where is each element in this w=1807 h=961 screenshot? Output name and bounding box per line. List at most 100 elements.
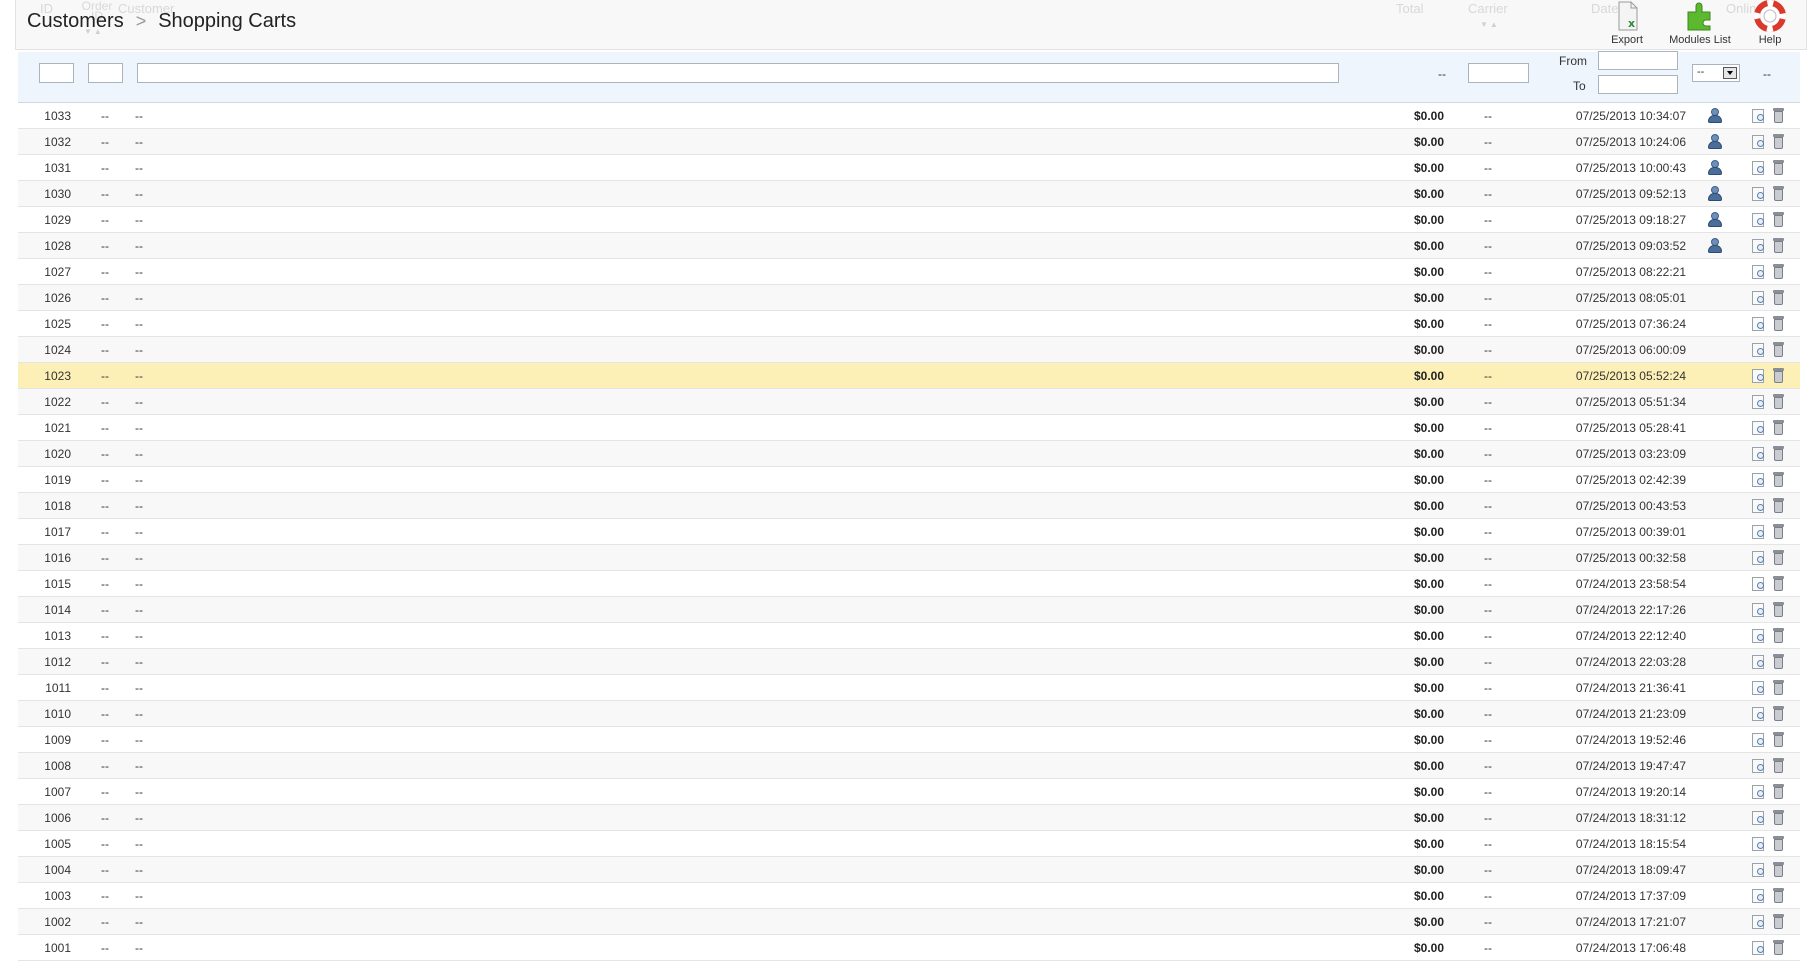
view-icon[interactable] xyxy=(1752,343,1767,358)
delete-icon[interactable] xyxy=(1772,472,1785,488)
date-to-input[interactable] xyxy=(1598,75,1678,94)
table-row[interactable]: 1019 -- -- $0.00 -- 07/25/2013 02:42:39 xyxy=(18,467,1800,493)
delete-icon[interactable] xyxy=(1772,290,1785,306)
delete-icon[interactable] xyxy=(1772,680,1785,696)
delete-icon[interactable] xyxy=(1772,576,1785,592)
delete-icon[interactable] xyxy=(1772,706,1785,722)
view-icon[interactable] xyxy=(1752,941,1767,956)
table-row[interactable]: 1010 -- -- $0.00 -- 07/24/2013 21:23:09 xyxy=(18,701,1800,727)
table-row[interactable]: 1022 -- -- $0.00 -- 07/25/2013 05:51:34 xyxy=(18,389,1800,415)
help-button[interactable]: Help xyxy=(1728,0,1807,46)
table-row[interactable]: 1021 -- -- $0.00 -- 07/25/2013 05:28:41 xyxy=(18,415,1800,441)
view-icon[interactable] xyxy=(1752,265,1767,280)
table-row[interactable]: 1028 -- -- $0.00 -- 07/25/2013 09:03:52 xyxy=(18,233,1800,259)
view-icon[interactable] xyxy=(1752,135,1767,150)
delete-icon[interactable] xyxy=(1772,342,1785,358)
online-filter-select[interactable]: -- xyxy=(1692,64,1740,82)
view-icon[interactable] xyxy=(1752,577,1767,592)
table-row[interactable]: 1027 -- -- $0.00 -- 07/25/2013 08:22:21 xyxy=(18,259,1800,285)
filter-order-input[interactable] xyxy=(88,63,123,83)
table-row[interactable]: 1002 -- -- $0.00 -- 07/24/2013 17:21:07 xyxy=(18,909,1800,935)
table-row[interactable]: 1014 -- -- $0.00 -- 07/24/2013 22:17:26 xyxy=(18,597,1800,623)
delete-icon[interactable] xyxy=(1772,732,1785,748)
view-icon[interactable] xyxy=(1752,863,1767,878)
delete-icon[interactable] xyxy=(1772,784,1785,800)
delete-icon[interactable] xyxy=(1772,498,1785,514)
table-row[interactable]: 1015 -- -- $0.00 -- 07/24/2013 23:58:54 xyxy=(18,571,1800,597)
delete-icon[interactable] xyxy=(1772,238,1785,254)
view-icon[interactable] xyxy=(1752,915,1767,930)
view-icon[interactable] xyxy=(1752,759,1767,774)
view-icon[interactable] xyxy=(1752,161,1767,176)
delete-icon[interactable] xyxy=(1772,602,1785,618)
view-icon[interactable] xyxy=(1752,291,1767,306)
table-row[interactable]: 1031 -- -- $0.00 -- 07/25/2013 10:00:43 xyxy=(18,155,1800,181)
delete-icon[interactable] xyxy=(1772,212,1785,228)
table-row[interactable]: 1001 -- -- $0.00 -- 07/24/2013 17:06:48 xyxy=(18,935,1800,961)
filter-id-input[interactable] xyxy=(39,63,74,83)
table-row[interactable]: 1023 -- -- $0.00 -- 07/25/2013 05:52:24 xyxy=(18,363,1800,389)
delete-icon[interactable] xyxy=(1772,160,1785,176)
delete-icon[interactable] xyxy=(1772,628,1785,644)
delete-icon[interactable] xyxy=(1772,758,1785,774)
table-row[interactable]: 1018 -- -- $0.00 -- 07/25/2013 00:43:53 xyxy=(18,493,1800,519)
table-row[interactable]: 1008 -- -- $0.00 -- 07/24/2013 19:47:47 xyxy=(18,753,1800,779)
view-icon[interactable] xyxy=(1752,629,1767,644)
delete-icon[interactable] xyxy=(1772,836,1785,852)
view-icon[interactable] xyxy=(1752,889,1767,904)
table-row[interactable]: 1013 -- -- $0.00 -- 07/24/2013 22:12:40 xyxy=(18,623,1800,649)
view-icon[interactable] xyxy=(1752,421,1767,436)
table-row[interactable]: 1006 -- -- $0.00 -- 07/24/2013 18:31:12 xyxy=(18,805,1800,831)
table-row[interactable]: 1011 -- -- $0.00 -- 07/24/2013 21:36:41 xyxy=(18,675,1800,701)
table-row[interactable]: 1016 -- -- $0.00 -- 07/25/2013 00:32:58 xyxy=(18,545,1800,571)
delete-icon[interactable] xyxy=(1772,524,1785,540)
table-row[interactable]: 1025 -- -- $0.00 -- 07/25/2013 07:36:24 xyxy=(18,311,1800,337)
delete-icon[interactable] xyxy=(1772,134,1785,150)
table-row[interactable]: 1012 -- -- $0.00 -- 07/24/2013 22:03:28 xyxy=(18,649,1800,675)
delete-icon[interactable] xyxy=(1772,810,1785,826)
view-icon[interactable] xyxy=(1752,317,1767,332)
delete-icon[interactable] xyxy=(1772,550,1785,566)
delete-icon[interactable] xyxy=(1772,940,1785,956)
column-header-carrier[interactable]: Carrier xyxy=(1468,1,1508,16)
view-icon[interactable] xyxy=(1752,551,1767,566)
delete-icon[interactable] xyxy=(1772,862,1785,878)
view-icon[interactable] xyxy=(1752,213,1767,228)
delete-icon[interactable] xyxy=(1772,914,1785,930)
breadcrumb-parent[interactable]: Customers xyxy=(27,10,124,33)
view-icon[interactable] xyxy=(1752,109,1767,124)
view-icon[interactable] xyxy=(1752,837,1767,852)
column-header-total[interactable]: Total xyxy=(1396,1,1423,16)
table-row[interactable]: 1004 -- -- $0.00 -- 07/24/2013 18:09:47 xyxy=(18,857,1800,883)
view-icon[interactable] xyxy=(1752,187,1767,202)
delete-icon[interactable] xyxy=(1772,420,1785,436)
filter-carrier-input[interactable] xyxy=(1468,63,1529,83)
table-row[interactable]: 1030 -- -- $0.00 -- 07/25/2013 09:52:13 xyxy=(18,181,1800,207)
delete-icon[interactable] xyxy=(1772,394,1785,410)
delete-icon[interactable] xyxy=(1772,264,1785,280)
delete-icon[interactable] xyxy=(1772,108,1785,124)
view-icon[interactable] xyxy=(1752,525,1767,540)
delete-icon[interactable] xyxy=(1772,888,1785,904)
table-row[interactable]: 1026 -- -- $0.00 -- 07/25/2013 08:05:01 xyxy=(18,285,1800,311)
view-icon[interactable] xyxy=(1752,447,1767,462)
delete-icon[interactable] xyxy=(1772,654,1785,670)
delete-icon[interactable] xyxy=(1772,446,1785,462)
view-icon[interactable] xyxy=(1752,473,1767,488)
date-from-input[interactable] xyxy=(1598,51,1678,70)
delete-icon[interactable] xyxy=(1772,186,1785,202)
view-icon[interactable] xyxy=(1752,655,1767,670)
view-icon[interactable] xyxy=(1752,707,1767,722)
table-row[interactable]: 1003 -- -- $0.00 -- 07/24/2013 17:37:09 xyxy=(18,883,1800,909)
export-button[interactable]: x Export xyxy=(1585,0,1669,46)
table-row[interactable]: 1024 -- -- $0.00 -- 07/25/2013 06:00:09 xyxy=(18,337,1800,363)
table-row[interactable]: 1005 -- -- $0.00 -- 07/24/2013 18:15:54 xyxy=(18,831,1800,857)
table-row[interactable]: 1007 -- -- $0.00 -- 07/24/2013 19:20:14 xyxy=(18,779,1800,805)
view-icon[interactable] xyxy=(1752,239,1767,254)
view-icon[interactable] xyxy=(1752,369,1767,384)
view-icon[interactable] xyxy=(1752,603,1767,618)
table-row[interactable]: 1017 -- -- $0.00 -- 07/25/2013 00:39:01 xyxy=(18,519,1800,545)
sort-arrows-icon[interactable]: ▼▲ xyxy=(1480,20,1500,29)
filter-customer-input[interactable] xyxy=(137,63,1339,83)
view-icon[interactable] xyxy=(1752,681,1767,696)
